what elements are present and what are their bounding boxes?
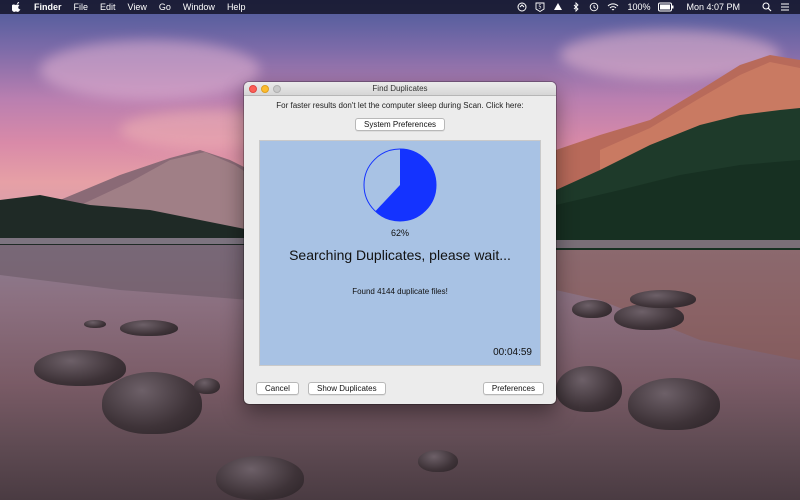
- history-icon[interactable]: [589, 2, 599, 12]
- wallpaper-rock: [572, 300, 612, 318]
- wallpaper-rock: [614, 304, 684, 330]
- wallpaper-rock: [194, 378, 220, 394]
- svg-text:5: 5: [539, 5, 542, 11]
- window-controls: [249, 85, 281, 93]
- show-duplicates-button[interactable]: Show Duplicates: [308, 382, 386, 395]
- close-button[interactable]: [249, 85, 257, 93]
- five-badge-icon[interactable]: 5: [535, 2, 545, 12]
- wallpaper-rock: [84, 320, 106, 328]
- battery-icon[interactable]: [658, 2, 674, 12]
- window-titlebar[interactable]: Find Duplicates: [244, 82, 556, 96]
- sleep-hint-text: For faster results don't let the compute…: [276, 101, 524, 110]
- system-preferences-row: System Preferences: [244, 114, 556, 132]
- window-title: Find Duplicates: [372, 84, 428, 93]
- menu-file[interactable]: File: [74, 2, 89, 12]
- refresh-icon[interactable]: [517, 2, 527, 12]
- wallpaper-rock: [418, 450, 458, 472]
- zoom-button[interactable]: [273, 85, 281, 93]
- progress-panel: 62% Searching Duplicates, please wait...…: [259, 140, 541, 366]
- elapsed-timer: 00:04:59: [493, 347, 532, 358]
- system-preferences-button[interactable]: System Preferences: [354, 118, 446, 131]
- menu-window[interactable]: Window: [183, 2, 215, 12]
- drive-icon[interactable]: [553, 2, 563, 12]
- menu-app-name[interactable]: Finder: [34, 2, 62, 12]
- menu-help[interactable]: Help: [227, 2, 246, 12]
- wallpaper-rock: [102, 372, 202, 434]
- wallpaper-rock: [556, 366, 622, 412]
- menu-extras: 5 100% Mon 4:07 PM: [517, 0, 790, 14]
- menu-go[interactable]: Go: [159, 2, 171, 12]
- wallpaper-rock: [630, 290, 696, 308]
- search-icon[interactable]: [762, 2, 772, 12]
- menu-edit[interactable]: Edit: [100, 2, 116, 12]
- battery-percent: 100%: [627, 2, 651, 12]
- menu-clock[interactable]: Mon 4:07 PM: [686, 2, 740, 12]
- find-duplicates-window: Find Duplicates For faster results don't…: [244, 82, 556, 404]
- progress-percent: 62%: [390, 228, 409, 238]
- found-count-text: Found 4144 duplicate files!: [352, 287, 448, 296]
- progress-pie-chart: [363, 148, 437, 222]
- minimize-button[interactable]: [261, 85, 269, 93]
- wallpaper-rock: [628, 378, 720, 430]
- list-icon[interactable]: [780, 2, 790, 12]
- status-heading: Searching Duplicates, please wait...: [289, 247, 511, 263]
- menu-view[interactable]: View: [128, 2, 147, 12]
- apple-icon[interactable]: [12, 2, 22, 12]
- wallpaper-rock: [120, 320, 178, 336]
- wallpaper-rock: [34, 350, 126, 386]
- cancel-button[interactable]: Cancel: [256, 382, 299, 395]
- wallpaper-rock: [216, 456, 304, 500]
- wifi-icon[interactable]: [607, 2, 619, 12]
- menu-bar: Finder File Edit View Go Window Help 5 1…: [0, 0, 800, 14]
- bluetooth-icon[interactable]: [571, 2, 581, 12]
- preferences-button[interactable]: Preferences: [482, 382, 544, 395]
